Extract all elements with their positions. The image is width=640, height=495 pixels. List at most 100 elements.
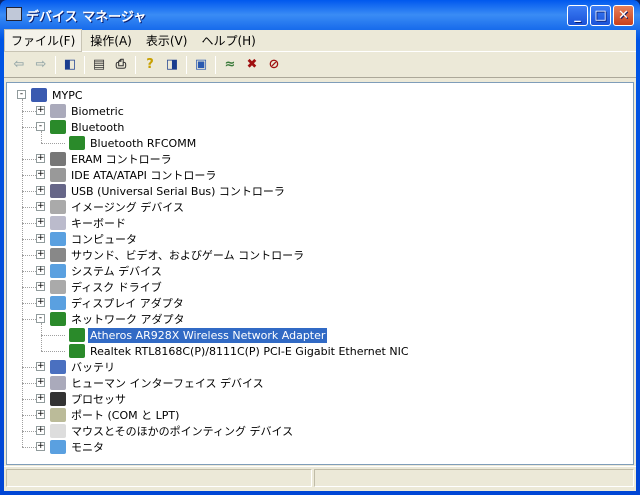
close-button[interactable]: ✕ xyxy=(613,5,634,26)
device-icon xyxy=(50,152,66,166)
tree-item-label: Bluetooth xyxy=(71,120,125,134)
tree-connector xyxy=(22,191,36,192)
tree-item[interactable]: ネットワーク アダプタ xyxy=(50,311,187,327)
tree-item[interactable]: イメージング デバイス xyxy=(50,199,186,215)
tree-item[interactable]: Bluetooth xyxy=(50,119,126,135)
tree-item[interactable]: ERAM コントローラ xyxy=(50,151,174,167)
expand-button[interactable]: + xyxy=(36,218,45,227)
tree-item-label: バッテリ xyxy=(71,360,115,374)
tree-item[interactable]: Realtek RTL8168C(P)/8111C(P) PCI-E Gigab… xyxy=(69,343,411,359)
tree-item-label: Atheros AR928X Wireless Network Adapter xyxy=(86,326,329,344)
tree-connector xyxy=(22,239,36,240)
menu-1[interactable]: 操作(A) xyxy=(84,30,138,51)
disable-icon: ⊘ xyxy=(268,57,280,72)
tree-connector xyxy=(22,415,36,416)
maximize-button[interactable]: □ xyxy=(590,5,611,26)
tree-connector xyxy=(41,351,65,352)
uninstall-button[interactable]: ✖ xyxy=(241,55,263,75)
device-icon xyxy=(69,328,85,342)
forward-button[interactable]: ⇨ xyxy=(30,55,52,75)
tree-item[interactable]: Bluetooth RFCOMM xyxy=(69,135,198,151)
expand-button[interactable]: + xyxy=(36,250,45,259)
back-button[interactable]: ⇦ xyxy=(8,55,30,75)
print-icon: ⎙ xyxy=(115,57,127,72)
expand-button[interactable]: + xyxy=(36,186,45,195)
collapse-button[interactable]: - xyxy=(36,314,45,323)
menu-0[interactable]: ファイル(F) xyxy=(4,29,83,52)
expand-button[interactable]: + xyxy=(36,378,45,387)
tree-item-label: MYPC xyxy=(52,88,83,102)
scan-hardware-button[interactable]: ▣ xyxy=(190,55,212,75)
device-manager-window: デバイス マネージャ _ □ ✕ ファイル(F) 操作(A) 表示(V) ヘルプ(H)… xyxy=(0,0,640,495)
update-driver-button[interactable]: ≈ xyxy=(219,55,241,75)
menu-2[interactable]: 表示(V) xyxy=(140,30,194,51)
show-hide-console-tree-button[interactable]: ◧ xyxy=(59,55,81,75)
tree-item[interactable]: USB (Universal Serial Bus) コントローラ xyxy=(50,183,287,199)
tree-item[interactable]: バッテリ xyxy=(50,359,117,375)
expand-button[interactable]: + xyxy=(36,202,45,211)
device-icon xyxy=(50,120,66,134)
tree-item[interactable]: コンピュータ xyxy=(50,231,139,247)
tree-item[interactable]: ディスプレイ アダプタ xyxy=(50,295,186,311)
tree-item[interactable]: システム デバイス xyxy=(50,263,164,279)
tree-item[interactable]: ディスク ドライブ xyxy=(50,279,164,295)
tree-item-label: ポート (COM と LPT) xyxy=(71,408,180,422)
expand-button[interactable]: + xyxy=(36,362,45,371)
tree-connector xyxy=(22,111,36,112)
expand-button[interactable]: + xyxy=(36,154,45,163)
device-icon xyxy=(31,88,47,102)
tree-item[interactable]: Atheros AR928X Wireless Network Adapter xyxy=(69,326,329,344)
expand-button[interactable]: + xyxy=(36,426,45,435)
tree-connector xyxy=(22,159,36,160)
status-bar xyxy=(4,466,636,488)
expand-button[interactable]: + xyxy=(36,410,45,419)
device-icon xyxy=(50,408,66,422)
help-icon: ? xyxy=(146,57,154,72)
tree-item[interactable]: IDE ATA/ATAPI コントローラ xyxy=(50,167,218,183)
device-icon xyxy=(50,296,66,310)
tree-item-label: Bluetooth RFCOMM xyxy=(90,136,197,150)
expand-button[interactable]: + xyxy=(36,106,45,115)
title-bar[interactable]: デバイス マネージャ _ □ ✕ xyxy=(0,0,640,30)
properties-button[interactable]: ▤ xyxy=(88,55,110,75)
expand-button[interactable]: + xyxy=(36,282,45,291)
tree-item[interactable]: ヒューマン インターフェイス デバイス xyxy=(50,375,266,391)
tree-item[interactable]: Biometric xyxy=(50,103,126,119)
tree-item[interactable]: キーボード xyxy=(50,215,128,231)
tree-connector xyxy=(22,127,36,128)
help-button[interactable]: ? xyxy=(139,55,161,75)
tree-item[interactable]: マウスとそのほかのポインティング デバイス xyxy=(50,423,295,439)
expand-button[interactable]: + xyxy=(36,442,45,451)
tree-item[interactable]: モニタ xyxy=(50,439,106,455)
client-area: ファイル(F) 操作(A) 表示(V) ヘルプ(H) ⇦ ⇨ ◧ ▤ ⎙? ◨ ▣ ≈ ✖ ⊘ MYPC… xyxy=(4,29,636,491)
device-icon xyxy=(50,168,66,182)
disable-button[interactable]: ⊘ xyxy=(263,55,285,75)
tree-item[interactable]: サウンド、ビデオ、およびゲーム コントローラ xyxy=(50,247,306,263)
collapse-button[interactable]: - xyxy=(17,90,26,99)
device-icon xyxy=(69,344,85,358)
menu-3[interactable]: ヘルプ(H) xyxy=(195,30,261,51)
minimize-button[interactable]: _ xyxy=(567,5,588,26)
expand-button[interactable]: + xyxy=(36,298,45,307)
tree-connector xyxy=(22,383,36,384)
tree-item-label: ヒューマン インターフェイス デバイス xyxy=(71,376,264,390)
tree-item-label: モニタ xyxy=(71,440,104,454)
tree-item-label: プロセッサ xyxy=(71,392,126,406)
tree-connector xyxy=(41,131,42,143)
tree-item[interactable]: プロセッサ xyxy=(50,391,128,407)
expand-button[interactable]: + xyxy=(36,266,45,275)
expand-button[interactable]: + xyxy=(36,234,45,243)
tree-item[interactable]: ポート (COM と LPT) xyxy=(50,407,181,423)
device-icon xyxy=(50,184,66,198)
expand-button[interactable]: + xyxy=(36,394,45,403)
device-icon xyxy=(50,376,66,390)
show-hide-action-pane-button[interactable]: ◨ xyxy=(161,55,183,75)
collapse-button[interactable]: - xyxy=(36,122,45,131)
tree-item[interactable]: MYPC xyxy=(31,87,85,103)
tree-connector xyxy=(22,287,36,288)
expand-button[interactable]: + xyxy=(36,170,45,179)
tree-connector xyxy=(22,175,36,176)
window-title: デバイス マネージャ xyxy=(26,9,147,25)
print-button[interactable]: ⎙ xyxy=(110,55,132,75)
device-tree[interactable]: MYPC - Biometric + Bluetooth - Bluetooth RFCOM… xyxy=(6,82,634,465)
